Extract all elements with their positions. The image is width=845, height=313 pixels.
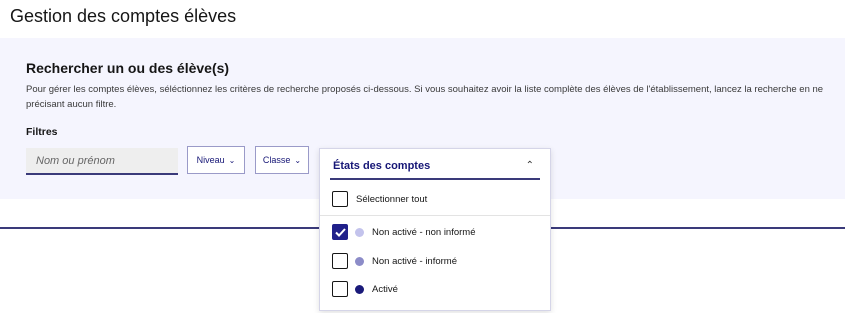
status-dot-icon <box>355 256 364 266</box>
name-search-input[interactable] <box>26 148 178 175</box>
option-checkbox[interactable] <box>332 224 348 240</box>
option-label: Non activé - informé <box>372 255 458 267</box>
option-label: Non activé - non informé <box>372 226 476 238</box>
option-checkbox[interactable] <box>332 253 348 269</box>
status-dot-icon <box>355 284 364 294</box>
classe-filter-button[interactable]: Classe ⌄ <box>255 146 309 174</box>
chevron-down-icon: ⌄ <box>228 155 236 165</box>
niveau-filter-label: Niveau <box>196 155 225 165</box>
option-label: Activé <box>372 283 398 295</box>
account-state-dropdown-header[interactable]: États des comptes ⌃ <box>330 153 540 180</box>
status-dot-icon <box>355 227 364 237</box>
option-non-active-non-informed[interactable]: Non activé - non informé <box>332 224 476 240</box>
classe-filter-label: Classe <box>262 155 291 165</box>
section-title: Rechercher un ou des élève(s) <box>26 60 230 76</box>
option-checkbox[interactable] <box>332 281 348 297</box>
account-state-dropdown: États des comptes ⌃ Sélectionner tout No… <box>319 148 551 311</box>
page-title: Gestion des comptes élèves <box>10 6 237 26</box>
select-all-checkbox[interactable] <box>332 191 348 207</box>
chevron-up-icon: ⌃ <box>525 160 534 171</box>
option-active[interactable]: Activé <box>332 281 398 297</box>
filters-label: Filtres <box>26 126 58 138</box>
search-instructions: Pour gérer les comptes élèves, séléction… <box>26 84 824 110</box>
select-all-option[interactable]: Sélectionner tout <box>332 191 427 207</box>
option-non-active-informed[interactable]: Non activé - informé <box>332 253 457 269</box>
niveau-filter-button[interactable]: Niveau ⌄ <box>187 146 245 174</box>
account-state-dropdown-label: États des comptes <box>333 159 431 172</box>
dropdown-divider <box>320 215 550 216</box>
select-all-label: Sélectionner tout <box>356 193 428 205</box>
chevron-down-icon: ⌄ <box>294 155 302 165</box>
